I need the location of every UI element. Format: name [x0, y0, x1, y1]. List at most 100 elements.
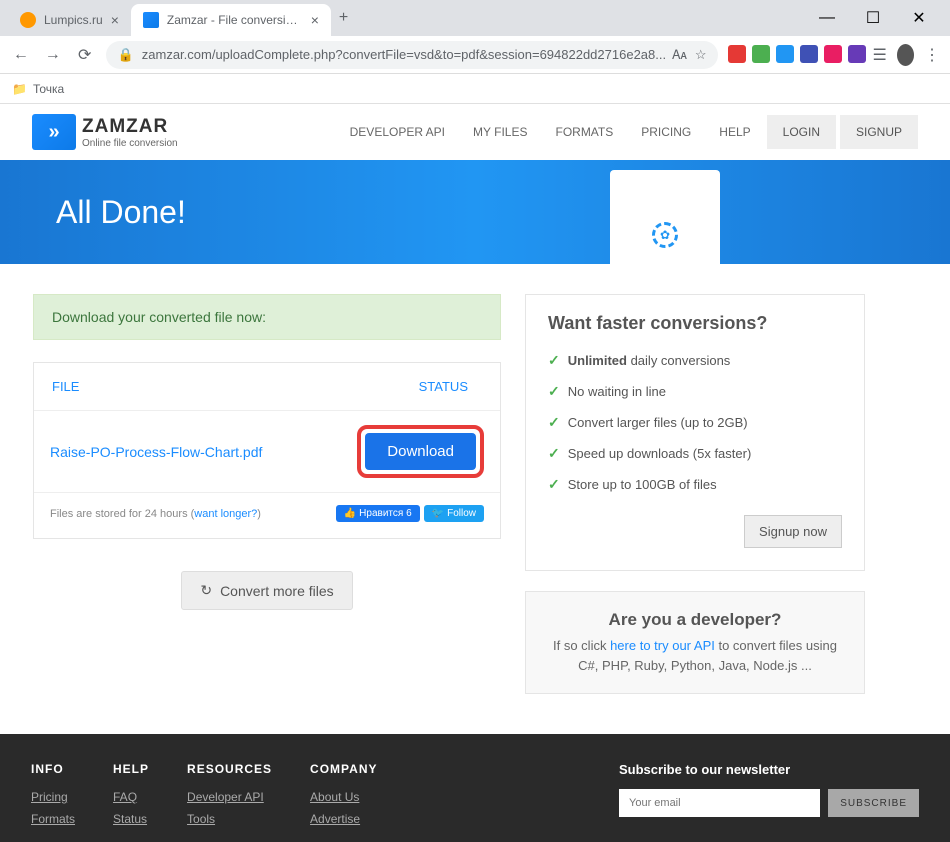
- thumb-icon: 👍: [344, 508, 356, 519]
- want-longer-link[interactable]: want longer?: [194, 508, 257, 520]
- ext-icon[interactable]: [848, 45, 866, 63]
- address-bar: ← → ⟳ 🔒 zamzar.com/uploadComplete.php?co…: [0, 36, 950, 74]
- ext-icon[interactable]: [752, 45, 770, 63]
- star-icon[interactable]: ☆: [695, 47, 707, 63]
- menu-dots-icon[interactable]: ⋮: [924, 45, 940, 65]
- maximize-button[interactable]: ☐: [850, 0, 896, 36]
- close-icon[interactable]: ×: [311, 12, 319, 28]
- subscribe-button[interactable]: SUBSCRIBE: [828, 789, 919, 817]
- url-input[interactable]: 🔒 zamzar.com/uploadComplete.php?convertF…: [106, 41, 719, 69]
- logo[interactable]: » ZAMZAR Online file conversion: [32, 114, 178, 150]
- file-name-link[interactable]: Raise-PO-Process-Flow-Chart.pdf: [50, 444, 262, 460]
- check-icon: ✓: [548, 383, 560, 400]
- close-button[interactable]: ✕: [896, 0, 942, 36]
- table-footer: Files are stored for 24 hours (want long…: [34, 492, 500, 538]
- more-button-wrap: ↻ Convert more files: [33, 571, 501, 610]
- storage-note: Files are stored for 24 hours (want long…: [50, 508, 261, 520]
- api-link[interactable]: here to try our API: [610, 638, 715, 653]
- hero: All Done! ✿: [0, 160, 950, 264]
- check-icon: ✓: [548, 414, 560, 431]
- nav-link[interactable]: FORMATS: [543, 117, 625, 147]
- footer-col: INFO Pricing Formats: [31, 762, 75, 834]
- convert-more-button[interactable]: ↻ Convert more files: [181, 571, 352, 610]
- nav-link[interactable]: MY FILES: [461, 117, 539, 147]
- twitter-icon: 🐦: [432, 508, 444, 519]
- nav-link[interactable]: PRICING: [629, 117, 703, 147]
- subscribe-row: SUBSCRIBE: [619, 789, 919, 817]
- refresh-icon: ↻: [200, 582, 212, 599]
- file-table: FILE STATUS Raise-PO-Process-Flow-Chart.…: [33, 362, 501, 539]
- content: Download your converted file now: FILE S…: [31, 264, 919, 734]
- site-footer: INFO Pricing Formats HELP FAQ Status RES…: [0, 734, 950, 842]
- extensions: ☰: [728, 45, 886, 65]
- footer-link[interactable]: Status: [113, 812, 149, 826]
- promo-card: Want faster conversions? ✓Unlimited dail…: [525, 294, 865, 571]
- footer-link[interactable]: Advertise: [310, 812, 377, 826]
- new-tab-button[interactable]: +: [331, 5, 356, 31]
- facebook-like-button[interactable]: 👍Нравится 6: [336, 505, 420, 522]
- footer-link[interactable]: FAQ: [113, 790, 149, 804]
- footer-link[interactable]: Tools: [187, 812, 272, 826]
- forward-button[interactable]: →: [42, 46, 64, 64]
- footer-head: HELP: [113, 762, 149, 776]
- browser-tab-active[interactable]: Zamzar - File conversion progres ×: [131, 4, 331, 36]
- table-row: Raise-PO-Process-Flow-Chart.pdf Download: [34, 410, 500, 492]
- ext-icon[interactable]: [776, 45, 794, 63]
- col-file-label: FILE: [52, 379, 79, 394]
- footer-col: HELP FAQ Status: [113, 762, 149, 834]
- highlight-box: Download: [357, 425, 484, 478]
- login-button[interactable]: LOGIN: [767, 115, 836, 149]
- back-button[interactable]: ←: [10, 46, 32, 64]
- download-button[interactable]: Download: [365, 433, 476, 470]
- signup-button[interactable]: SIGNUP: [840, 115, 918, 149]
- signup-now-button[interactable]: Signup now: [744, 515, 842, 548]
- social-buttons: 👍Нравится 6 🐦Follow: [336, 505, 484, 522]
- ext-icon[interactable]: [824, 45, 842, 63]
- list-item: ✓Unlimited daily conversions: [548, 352, 842, 369]
- right-column: Want faster conversions? ✓Unlimited dail…: [525, 294, 867, 694]
- document-graphic: ✿: [610, 170, 720, 264]
- tab-title: Lumpics.ru: [44, 13, 103, 27]
- translate-icon[interactable]: 🗛: [672, 47, 687, 63]
- browser-chrome: Lumpics.ru × Zamzar - File conversion pr…: [0, 0, 950, 104]
- avatar[interactable]: [897, 44, 914, 66]
- close-icon[interactable]: ×: [111, 12, 119, 28]
- footer-link[interactable]: Formats: [31, 812, 75, 826]
- logo-tagline: Online file conversion: [82, 138, 178, 149]
- email-input[interactable]: [619, 789, 820, 817]
- left-column: Download your converted file now: FILE S…: [31, 294, 501, 694]
- nav-link[interactable]: HELP: [707, 117, 762, 147]
- favicon: [20, 12, 36, 28]
- page: » ZAMZAR Online file conversion DEVELOPE…: [0, 104, 950, 842]
- footer-link[interactable]: Pricing: [31, 790, 75, 804]
- bookmark-item[interactable]: Точка: [33, 82, 64, 96]
- footer-link[interactable]: About Us: [310, 790, 377, 804]
- dev-text: If so click here to try our API to conve…: [548, 636, 842, 675]
- gear-icon: ✿: [652, 222, 678, 248]
- footer-col: COMPANY About Us Advertise: [310, 762, 377, 834]
- browser-tab[interactable]: Lumpics.ru ×: [8, 4, 131, 36]
- nav-link[interactable]: DEVELOPER API: [338, 117, 457, 147]
- check-icon: ✓: [548, 476, 560, 493]
- window-controls: — ☐ ✕: [804, 0, 942, 36]
- list-item: ✓No waiting in line: [548, 383, 842, 400]
- reload-button[interactable]: ⟳: [74, 45, 96, 65]
- twitter-follow-button[interactable]: 🐦Follow: [424, 505, 484, 522]
- tab-title: Zamzar - File conversion progres: [167, 13, 303, 27]
- reading-list-icon[interactable]: ☰: [872, 45, 886, 65]
- ext-icon[interactable]: [800, 45, 818, 63]
- ext-icon[interactable]: [728, 45, 746, 63]
- check-icon: ✓: [548, 352, 560, 369]
- url-text: zamzar.com/uploadComplete.php?convertFil…: [142, 47, 666, 62]
- footer-link[interactable]: Developer API: [187, 790, 272, 804]
- footer-col: RESOURCES Developer API Tools: [187, 762, 272, 834]
- tab-bar: Lumpics.ru × Zamzar - File conversion pr…: [0, 0, 950, 36]
- logo-name: ZAMZAR: [82, 116, 178, 138]
- footer-head: INFO: [31, 762, 75, 776]
- subscribe-block: Subscribe to our newsletter SUBSCRIBE: [619, 762, 919, 834]
- developer-card: Are you a developer? If so click here to…: [525, 591, 865, 694]
- folder-icon: 📁: [12, 82, 27, 96]
- col-status-label: STATUS: [419, 379, 468, 394]
- promo-title: Want faster conversions?: [548, 313, 842, 334]
- minimize-button[interactable]: —: [804, 0, 850, 36]
